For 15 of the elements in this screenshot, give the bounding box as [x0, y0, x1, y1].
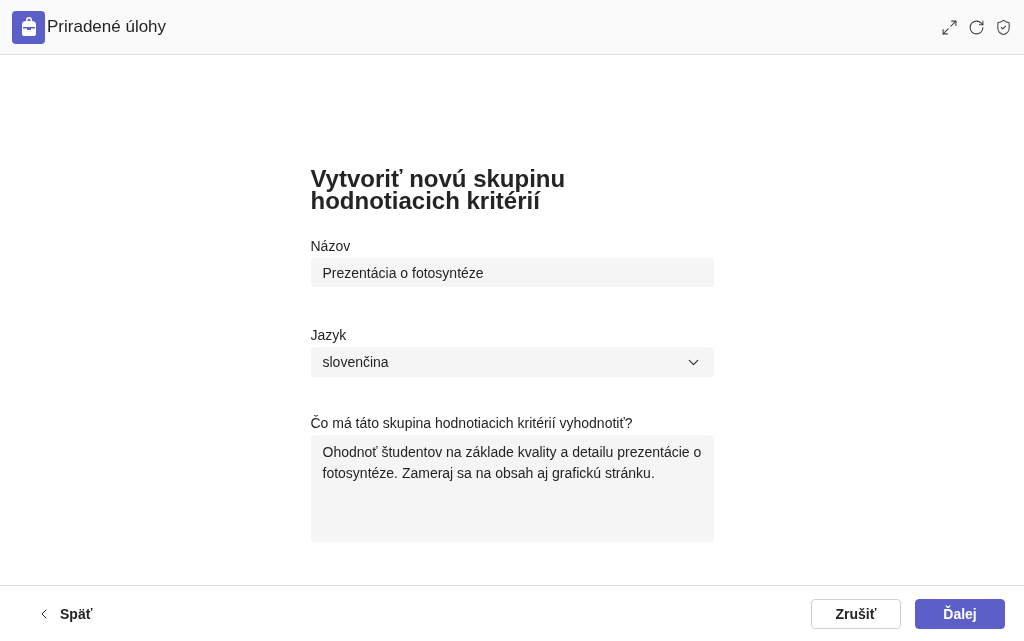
- next-button[interactable]: Ďalej: [915, 598, 1005, 629]
- app-title: Priradené úlohy: [47, 17, 167, 37]
- back-button[interactable]: Späť: [36, 605, 93, 622]
- description-field[interactable]: Ohodnoť študentov na základe kvality a detailu prezentácie o fotosyntéze. Zameraj sa na obsah aj grafickú stránku.: [310, 435, 714, 542]
- refresh-icon[interactable]: [968, 18, 985, 36]
- language-dropdown[interactable]: slovenčina: [310, 347, 714, 377]
- field-label: Jazyk: [310, 327, 348, 343]
- expand-icon[interactable]: [941, 18, 958, 36]
- name-field[interactable]: Prezentácia o fotosyntéze: [310, 258, 714, 287]
- field-label: Čo má táto skupina hodnotiacich kritérií vyhodnotiť?: [310, 415, 634, 431]
- app-logo-icon: [12, 10, 45, 44]
- field-label: Názov: [310, 238, 352, 254]
- shield-icon[interactable]: [995, 18, 1012, 36]
- cancel-button[interactable]: Zrušiť: [811, 598, 901, 629]
- form-title: Vytvoriť novú skupinu hodnotiacich kritérií: [310, 168, 567, 212]
